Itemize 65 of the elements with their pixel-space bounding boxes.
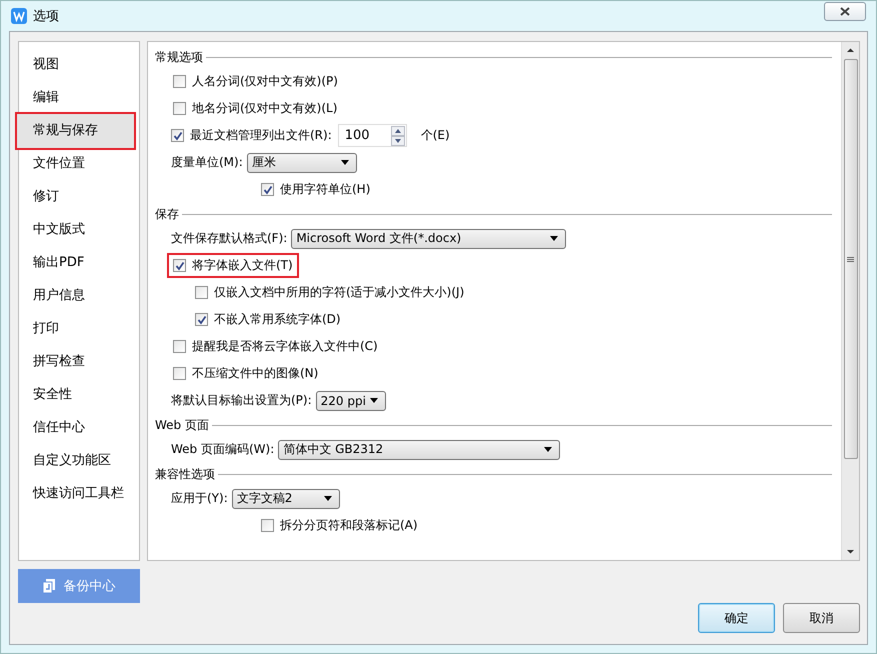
checkbox[interactable] [195, 286, 208, 299]
grip-icon [847, 256, 854, 262]
checkbox[interactable] [173, 367, 186, 380]
sidebar-item[interactable]: 快速访问工具栏 [15, 475, 136, 508]
field-label: 应用于(Y): [171, 490, 228, 507]
dropdown[interactable]: 220 ppi [316, 390, 386, 410]
spin-arrows-icon[interactable] [390, 126, 405, 146]
caret-icon [544, 447, 552, 452]
checkbox[interactable] [261, 519, 274, 532]
dropdown[interactable]: 厘米 [246, 152, 357, 172]
section-title: 常规选项 [155, 48, 203, 66]
section-title: Web 页面 [155, 416, 209, 434]
sidebar-item[interactable]: 视图 [15, 46, 136, 79]
caret-icon [324, 496, 332, 501]
field-label: 将默认目标输出设置为(P): [171, 392, 312, 409]
sidebar-item[interactable]: 中文版式 [15, 211, 136, 244]
checkbox-label[interactable]: 地名分词(仅对中文有效)(L) [192, 100, 338, 117]
close-icon [840, 7, 850, 16]
checkbox[interactable] [173, 102, 186, 115]
dropdown[interactable]: 简体中文 GB2312 [278, 440, 560, 460]
caret-icon [340, 160, 349, 165]
checkbox[interactable] [171, 129, 184, 142]
checkbox-label[interactable]: 不压缩文件中的图像(N) [192, 365, 318, 382]
sidebar-item[interactable]: 打印 [15, 310, 136, 343]
checkbox[interactable] [173, 340, 186, 353]
sidebar-item[interactable]: 编辑 [15, 79, 136, 112]
field-label: 度量单位(M): [171, 154, 243, 171]
checkbox-label[interactable]: 提醒我是否将云字体嵌入文件中(C) [192, 338, 378, 355]
sidebar-item[interactable]: 修订 [15, 178, 136, 211]
dialog-button[interactable]: 确定 [698, 603, 775, 633]
sidebar-item[interactable]: 拼写检查 [15, 343, 136, 376]
checkbox-label[interactable]: 使用字符单位(H) [280, 181, 370, 198]
checkbox[interactable] [173, 259, 186, 272]
caret-icon [550, 236, 558, 241]
number-field[interactable]: 100 [338, 124, 407, 147]
checkbox[interactable] [261, 183, 274, 196]
checkbox-label[interactable]: 仅嵌入文档中所用的字符(适于减小文件大小)(J) [214, 284, 464, 301]
dropdown[interactable]: Microsoft Word 文件(*.docx) [291, 228, 566, 248]
sidebar-item[interactable]: 常规与保存 [15, 112, 136, 150]
caret-icon [370, 398, 378, 403]
checkbox-label[interactable]: 拆分分页符和段落标记(A) [280, 517, 418, 534]
close-button[interactable] [824, 2, 866, 21]
dialog-button[interactable]: 取消 [783, 603, 860, 633]
window-title: 选项 [33, 8, 59, 25]
scroll-thumb[interactable] [844, 59, 858, 459]
field-label: Web 页面编码(W): [171, 441, 274, 458]
section-title: 保存 [155, 206, 179, 222]
checkbox[interactable] [173, 75, 186, 88]
checkbox[interactable] [195, 313, 208, 326]
unit-label: 个(E) [420, 127, 450, 144]
document-icon [42, 579, 54, 593]
section-title: 兼容性选项 [155, 466, 215, 482]
sidebar-item[interactable]: 用户信息 [15, 277, 136, 310]
scrollbar[interactable] [841, 42, 859, 560]
sidebar-item[interactable]: 自定义功能区 [15, 442, 136, 475]
field-label: 文件保存默认格式(F): [171, 230, 288, 247]
sidebar-item[interactable]: 输出PDF [15, 244, 136, 277]
checkbox-label[interactable]: 不嵌入常用系统字体(D) [214, 311, 341, 328]
sidebar-item[interactable]: 安全性 [15, 376, 136, 409]
dropdown[interactable]: 文字文稿2 [232, 488, 340, 508]
checkbox-label[interactable]: 人名分词(仅对中文有效)(P) [192, 73, 338, 90]
sidebar-item[interactable]: 信任中心 [15, 409, 136, 442]
checkbox-label[interactable]: 最近文档管理列出文件(R): [190, 127, 332, 144]
checkbox-label[interactable]: 将字体嵌入文件(T) [192, 257, 293, 274]
app-logo-icon [11, 8, 27, 24]
